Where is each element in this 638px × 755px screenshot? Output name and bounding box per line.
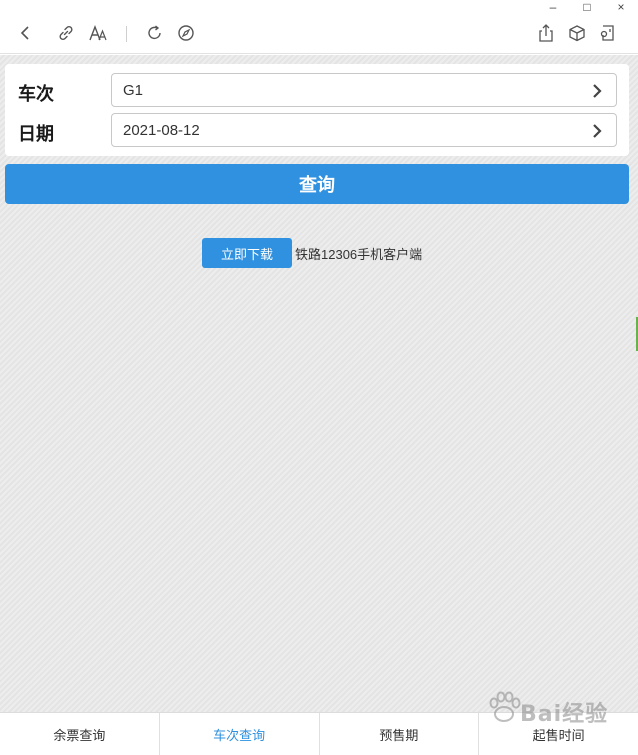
font-size-icon[interactable] [87, 22, 109, 44]
compass-icon[interactable] [175, 22, 197, 44]
tab-train-query[interactable]: 车次查询 [160, 713, 320, 755]
bottom-tab-bar: 余票查询 车次查询 预售期 起售时间 [0, 712, 638, 755]
extension-icon[interactable] [597, 22, 619, 44]
window-controls: – □ × [528, 0, 638, 14]
date-field[interactable]: 2021-08-12 [111, 113, 617, 147]
close-button[interactable]: × [604, 0, 638, 14]
browser-toolbar [0, 14, 638, 54]
tab-sale-time[interactable]: 起售时间 [479, 713, 638, 755]
chevron-right-icon [593, 84, 602, 98]
maximize-button[interactable]: □ [570, 0, 604, 14]
query-button[interactable]: 查询 [5, 164, 629, 204]
download-button[interactable]: 立即下载 [202, 238, 292, 268]
date-value: 2021-08-12 [123, 122, 200, 139]
cube-icon[interactable] [566, 22, 588, 44]
tab-ticket-query[interactable]: 余票查询 [0, 713, 160, 755]
share-icon[interactable] [535, 22, 557, 44]
toolbar-separator [126, 26, 127, 42]
tab-presale-period[interactable]: 预售期 [320, 713, 480, 755]
query-form: 车次 G1 日期 2021-08-12 [5, 64, 629, 156]
download-banner: 立即下载 铁路12306手机客户端 [202, 238, 422, 268]
download-text: 铁路12306手机客户端 [295, 246, 423, 262]
chevron-right-icon [593, 124, 602, 138]
train-field[interactable]: G1 [111, 73, 617, 107]
date-row: 日期 2021-08-12 [5, 113, 629, 149]
date-label: 日期 [18, 124, 54, 144]
page-content: 车次 G1 日期 2021-08-12 查询 立即下载 铁路12306手机客户端 [0, 55, 638, 712]
refresh-icon[interactable] [144, 22, 166, 44]
link-icon[interactable] [55, 22, 77, 44]
train-label: 车次 [18, 84, 54, 104]
train-row: 车次 G1 [5, 73, 629, 109]
train-value: G1 [123, 82, 144, 99]
back-icon[interactable] [15, 22, 37, 44]
minimize-button[interactable]: – [536, 0, 570, 14]
